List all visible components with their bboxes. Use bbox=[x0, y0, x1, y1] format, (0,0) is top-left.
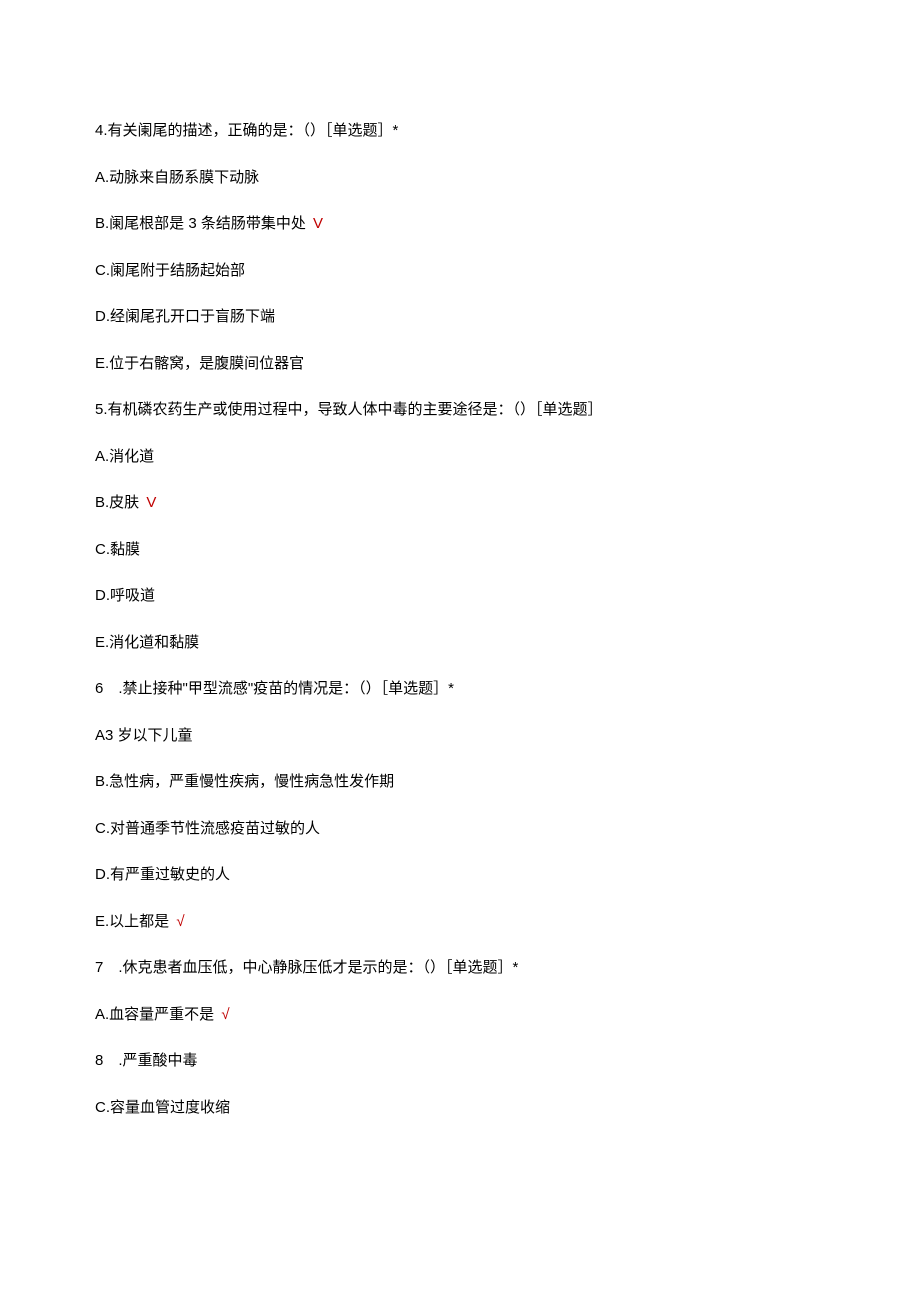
option: C.黏膜 bbox=[95, 539, 825, 562]
option: D.经阑尾孔开口于盲肠下端 bbox=[95, 306, 825, 329]
correct-mark: V bbox=[309, 215, 323, 232]
option-label: A.消化道 bbox=[95, 448, 154, 465]
question-block: 7 .休克患者血压低，中心静脉压低才是示的是：（）［单选题］* A.血容量严重不是… bbox=[95, 957, 825, 1119]
option: E.位于右髂窝，是腹膜间位器官 bbox=[95, 353, 825, 376]
option-label: E.消化道和黏膜 bbox=[95, 634, 199, 651]
option: E.以上都是 √ bbox=[95, 911, 825, 934]
option-label: E.以上都是 bbox=[95, 913, 169, 930]
option: E.消化道和黏膜 bbox=[95, 632, 825, 655]
option: C.容量血管过度收缩 bbox=[95, 1097, 825, 1120]
option-label: E.位于右髂窝，是腹膜间位器官 bbox=[95, 355, 304, 372]
option-label: C.对普通季节性流感疫苗过敏的人 bbox=[95, 820, 320, 837]
question-text: 7 .休克患者血压低，中心静脉压低才是示的是：（）［单选题］* bbox=[95, 957, 825, 980]
question-text: 6 .禁止接种"甲型流感"疫苗的情况是：（）［单选题］* bbox=[95, 678, 825, 701]
option-label: 8 .严重酸中毒 bbox=[95, 1052, 198, 1069]
question-block: 5.有机磷农药生产或使用过程中，导致人体中毒的主要途径是：（）［单选题］ A.消化… bbox=[95, 399, 825, 654]
question-text: 4.有关阑尾的描述，正确的是：（）［单选题］* bbox=[95, 120, 825, 143]
question-text: 5.有机磷农药生产或使用过程中，导致人体中毒的主要途径是：（）［单选题］ bbox=[95, 399, 825, 422]
option-label: A3 岁以下儿童 bbox=[95, 727, 193, 744]
option-label: B.皮肤 bbox=[95, 494, 139, 511]
option: D.有严重过敏史的人 bbox=[95, 864, 825, 887]
option-label: D.经阑尾孔开口于盲肠下端 bbox=[95, 308, 275, 325]
correct-mark: √ bbox=[217, 1006, 229, 1023]
option: C.对普通季节性流感疫苗过敏的人 bbox=[95, 818, 825, 841]
option: A.消化道 bbox=[95, 446, 825, 469]
option: A.血容量严重不是 √ bbox=[95, 1004, 825, 1027]
option: 8 .严重酸中毒 bbox=[95, 1050, 825, 1073]
correct-mark: V bbox=[142, 494, 156, 511]
option: B.皮肤 V bbox=[95, 492, 825, 515]
option: B.阑尾根部是 3 条结肠带集中处 V bbox=[95, 213, 825, 236]
option-label: D.呼吸道 bbox=[95, 587, 155, 604]
option-label: D.有严重过敏史的人 bbox=[95, 866, 230, 883]
option-label: B.急性病，严重慢性疾病，慢性病急性发作期 bbox=[95, 773, 394, 790]
option-label: B.阑尾根部是 3 条结肠带集中处 bbox=[95, 215, 306, 232]
option-label: A.血容量严重不是 bbox=[95, 1006, 214, 1023]
option-label: C.黏膜 bbox=[95, 541, 140, 558]
option: A3 岁以下儿童 bbox=[95, 725, 825, 748]
option: A.动脉来自肠系膜下动脉 bbox=[95, 167, 825, 190]
question-block: 4.有关阑尾的描述，正确的是：（）［单选题］* A.动脉来自肠系膜下动脉 B.阑尾根… bbox=[95, 120, 825, 375]
option-label: C.容量血管过度收缩 bbox=[95, 1099, 230, 1116]
option-label: A.动脉来自肠系膜下动脉 bbox=[95, 169, 259, 186]
correct-mark: √ bbox=[172, 913, 184, 930]
option: D.呼吸道 bbox=[95, 585, 825, 608]
option-label: C.阑尾附于结肠起始部 bbox=[95, 262, 245, 279]
question-block: 6 .禁止接种"甲型流感"疫苗的情况是：（）［单选题］* A3 岁以下儿童 B.急性… bbox=[95, 678, 825, 933]
option: C.阑尾附于结肠起始部 bbox=[95, 260, 825, 283]
option: B.急性病，严重慢性疾病，慢性病急性发作期 bbox=[95, 771, 825, 794]
